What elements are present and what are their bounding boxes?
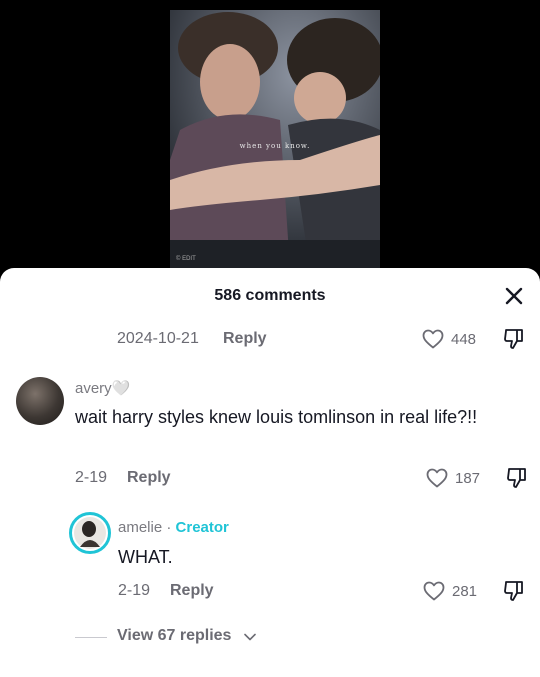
- comment-meta: 2-19 Reply 187: [0, 465, 540, 493]
- dislike-button[interactable]: [501, 326, 527, 352]
- heart-icon: [426, 468, 448, 488]
- comment-username[interactable]: avery🤍: [75, 379, 130, 397]
- like-button[interactable]: 187: [425, 465, 495, 491]
- avatar-image: [74, 517, 106, 549]
- avatar[interactable]: [16, 377, 64, 425]
- comment-date: 2-19: [118, 582, 151, 599]
- comments-sheet: 586 comments 2024-10-21 Reply 448 avery🤍…: [0, 268, 540, 677]
- comment-date: 2-19: [75, 469, 108, 486]
- close-icon: [505, 287, 523, 305]
- reply-button[interactable]: Reply: [127, 469, 171, 487]
- like-count: 187: [455, 470, 481, 487]
- video-watermark: © EDIT: [176, 256, 196, 262]
- like-button[interactable]: 281: [422, 578, 492, 604]
- separator: ·: [162, 519, 176, 536]
- creator-badge: Creator: [175, 519, 229, 536]
- divider-line: [75, 637, 107, 638]
- comment-username-row: amelie · Creator: [118, 519, 229, 536]
- dislike-button[interactable]: [501, 578, 527, 604]
- view-replies-label: View 67 replies: [117, 627, 232, 644]
- close-button[interactable]: [500, 282, 528, 310]
- comment-text: wait harry styles knew louis tomlinson i…: [75, 407, 478, 427]
- video-caption: when you know.: [239, 142, 311, 150]
- heart-icon: [422, 329, 444, 349]
- reply-button[interactable]: Reply: [223, 330, 267, 348]
- parent-comment-meta: 2024-10-21 Reply 448: [0, 326, 540, 354]
- creator-avatar[interactable]: [69, 512, 111, 554]
- video-frame: when you know. © EDIT: [170, 10, 380, 268]
- reply-button[interactable]: Reply: [170, 582, 214, 600]
- dislike-button[interactable]: [504, 465, 530, 491]
- comment-text: WHAT.: [118, 547, 173, 567]
- chevron-down-icon: [244, 633, 256, 641]
- comments-count: 586 comments: [214, 287, 326, 304]
- like-count: 281: [452, 583, 478, 600]
- thumbs-down-icon: [504, 329, 523, 349]
- comment-username[interactable]: amelie: [118, 519, 162, 536]
- video-thumbnail: [170, 10, 380, 268]
- video-player[interactable]: when you know. © EDIT: [0, 0, 540, 290]
- sheet-header: 586 comments: [0, 268, 540, 322]
- heart-icon: [423, 581, 445, 601]
- like-button[interactable]: 448: [421, 326, 491, 352]
- comment-date: 2024-10-21: [117, 330, 199, 347]
- thumbs-down-icon: [504, 581, 523, 601]
- comment-meta: 2-19 Reply 281: [0, 578, 540, 606]
- thumbs-down-icon: [507, 468, 526, 488]
- like-count: 448: [451, 331, 477, 348]
